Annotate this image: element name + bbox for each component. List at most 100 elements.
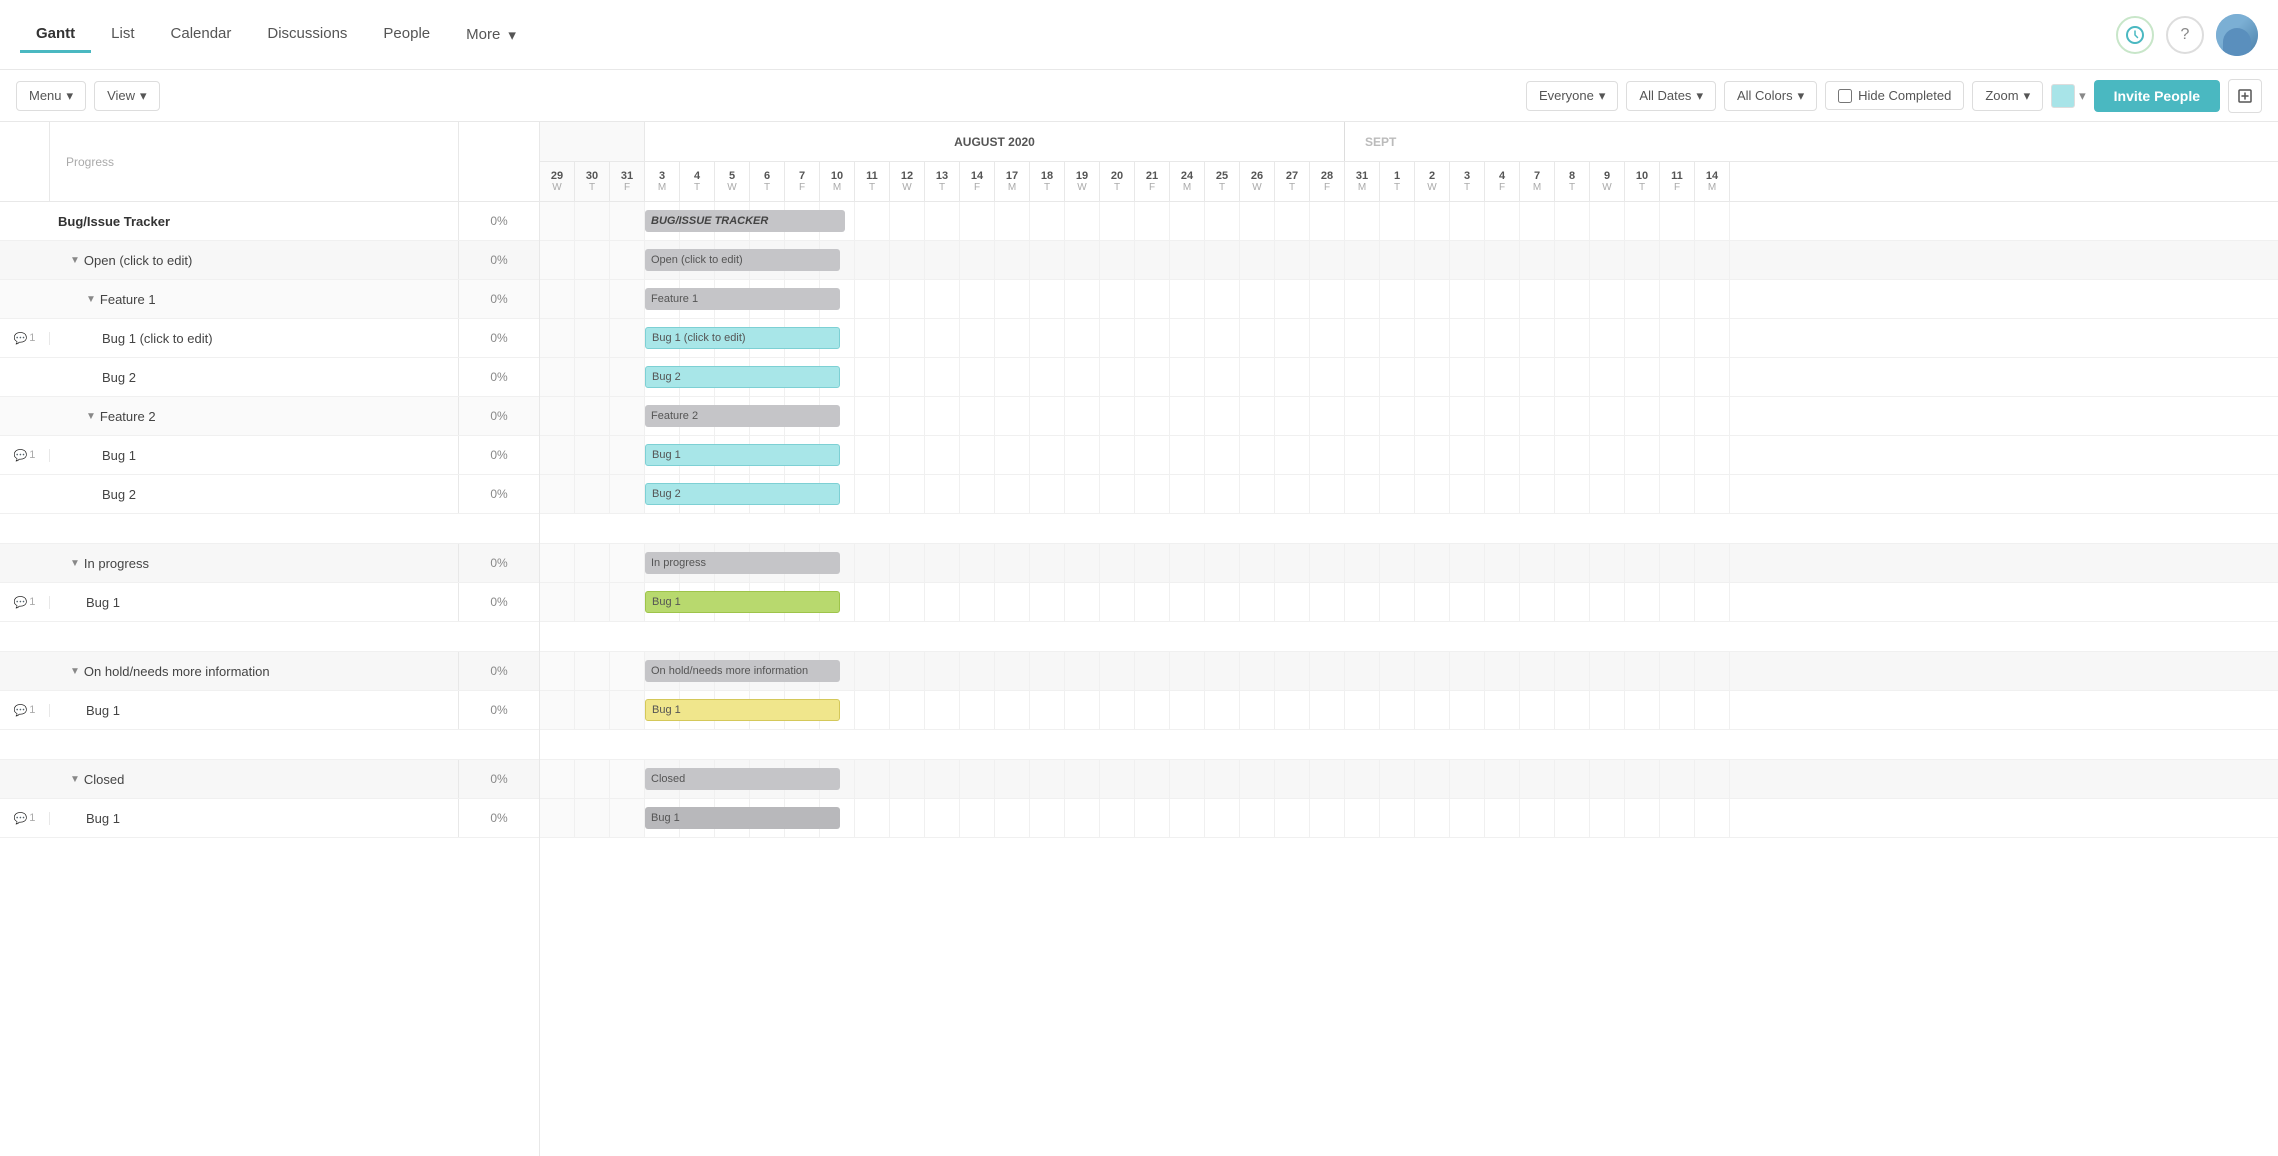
bar-onhold[interactable]: On hold/needs more information xyxy=(645,660,840,682)
color-chevron-icon[interactable]: ▾ xyxy=(2079,88,2086,104)
bar-tracker[interactable]: BUG/ISSUE TRACKER xyxy=(645,210,845,232)
bar-bug1-oh-label: Bug 1 xyxy=(652,704,681,716)
hide-completed-checkbox[interactable] xyxy=(1838,89,1852,103)
nav-people[interactable]: People xyxy=(367,17,446,53)
hide-completed-toggle[interactable]: Hide Completed xyxy=(1825,81,1964,110)
bar-bug1-f1[interactable]: Bug 1 (click to edit) xyxy=(645,327,840,349)
nav-discussions[interactable]: Discussions xyxy=(251,17,363,53)
day-cell-14a: 14F xyxy=(960,162,995,201)
view-button[interactable]: View ▾ xyxy=(94,81,159,111)
color-swatch[interactable] xyxy=(2051,84,2075,108)
collapse-arrow-icon[interactable]: ▼ xyxy=(70,666,80,677)
row-name-bug1-cl[interactable]: Bug 1 xyxy=(50,799,459,837)
help-button[interactable]: ? xyxy=(2166,16,2204,54)
row-name-onhold[interactable]: ▼ On hold/needs more information xyxy=(50,652,459,690)
bug1-f1-label: Bug 1 (click to edit) xyxy=(102,331,213,346)
comment-icon: 💬 xyxy=(14,332,28,345)
menu-button[interactable]: Menu ▾ xyxy=(16,81,86,111)
day-cell-7s: 7M xyxy=(1520,162,1555,201)
row-name-closed[interactable]: ▼ Closed xyxy=(50,760,459,798)
collapse-arrow-icon[interactable]: ▼ xyxy=(86,411,96,422)
nav-right: ? xyxy=(2116,14,2258,56)
bar-bug1-ip[interactable]: Bug 1 xyxy=(645,591,840,613)
bar-bug2-f1[interactable]: Bug 2 xyxy=(645,366,840,388)
bar-inprogress[interactable]: In progress xyxy=(645,552,840,574)
day-cell-3a: 3M xyxy=(645,162,680,201)
zoom-control[interactable]: Zoom ▾ xyxy=(1972,81,2043,111)
bar-onhold-label: On hold/needs more information xyxy=(651,665,808,677)
row-name-bug2-f2[interactable]: Bug 2 xyxy=(50,475,459,513)
collapse-arrow-icon[interactable]: ▼ xyxy=(86,294,96,305)
collapse-arrow-icon[interactable]: ▼ xyxy=(70,255,80,266)
bar-bug1-cl[interactable]: Bug 1 xyxy=(645,807,840,829)
comment-cell[interactable]: 💬1 xyxy=(0,596,50,609)
row-name-bug1-ip[interactable]: Bug 1 xyxy=(50,583,459,621)
table-row: ▼ In progress 0% xyxy=(0,544,539,583)
bar-bug1-f2[interactable]: Bug 1 xyxy=(645,444,840,466)
bar-open[interactable]: Open (click to edit) xyxy=(645,249,840,271)
bar-closed[interactable]: Closed xyxy=(645,768,840,790)
day-cell-29: 29W xyxy=(540,162,575,201)
invite-people-button[interactable]: Invite People xyxy=(2094,80,2220,112)
table-row: 💬1 Bug 1 0% xyxy=(0,799,539,838)
comment-bubble[interactable]: 💬1 xyxy=(14,332,36,345)
comment-cell[interactable]: 💬1 xyxy=(0,332,50,345)
nav-list[interactable]: List xyxy=(95,17,150,53)
row-name-feature2[interactable]: ▼ Feature 2 xyxy=(50,397,459,435)
row-name-bug1-f1[interactable]: Bug 1 (click to edit) xyxy=(50,319,459,357)
bar-bug1-oh[interactable]: Bug 1 xyxy=(645,699,840,721)
main-content: Progress Bug/Issue Tracker 0% ▼ Open (cl… xyxy=(0,122,2278,1156)
row-name-bug1-oh[interactable]: Bug 1 xyxy=(50,691,459,729)
all-dates-filter[interactable]: All Dates ▾ xyxy=(1626,81,1716,111)
row-name-feature1[interactable]: ▼ Feature 1 xyxy=(50,280,459,318)
comment-cell[interactable]: 💬1 xyxy=(0,704,50,717)
collapse-arrow-icon[interactable]: ▼ xyxy=(70,774,80,785)
bar-feature1[interactable]: Feature 1 xyxy=(645,288,840,310)
clock-button[interactable] xyxy=(2116,16,2154,54)
row-name-inprogress[interactable]: ▼ In progress xyxy=(50,544,459,582)
day-cell-24a: 24M xyxy=(1170,162,1205,201)
comment-count: 1 xyxy=(29,812,35,824)
bug1-ip-label: Bug 1 xyxy=(86,595,120,610)
nav-calendar[interactable]: Calendar xyxy=(155,17,248,53)
name-column-header: Progress xyxy=(50,122,459,201)
row-progress-bug1-f1: 0% xyxy=(459,331,539,345)
bar-bug1-cl-label: Bug 1 xyxy=(651,812,680,824)
bar-feature2[interactable]: Feature 2 xyxy=(645,405,840,427)
nav-more[interactable]: More ▾ xyxy=(450,18,532,52)
row-name-open[interactable]: ▼ Open (click to edit) xyxy=(50,241,459,279)
row-progress-onhold: 0% xyxy=(459,664,539,678)
gantt-row-bug1-oh: Bug 1 xyxy=(540,691,2278,730)
comment-bubble[interactable]: 💬1 xyxy=(14,812,36,825)
row-name-tracker[interactable]: Bug/Issue Tracker xyxy=(50,202,459,240)
row-name-bug2-f1[interactable]: Bug 2 xyxy=(50,358,459,396)
collapse-arrow-icon[interactable]: ▼ xyxy=(70,558,80,569)
avatar[interactable] xyxy=(2216,14,2258,56)
row-progress-tracker: 0% xyxy=(459,214,539,228)
row-name-bug1-f2[interactable]: Bug 1 xyxy=(50,436,459,474)
tracker-label: Bug/Issue Tracker xyxy=(58,214,170,229)
day-cell-28a: 28F xyxy=(1310,162,1345,201)
gantt-row-feature2: Feature 2 xyxy=(540,397,2278,436)
comment-bubble[interactable]: 💬1 xyxy=(14,449,36,462)
nav-gantt[interactable]: Gantt xyxy=(20,17,91,53)
zoom-chevron-icon: ▾ xyxy=(2024,88,2031,104)
comment-bubble[interactable]: 💬1 xyxy=(14,704,36,717)
export-button[interactable] xyxy=(2228,79,2262,113)
comment-cell[interactable]: 💬1 xyxy=(0,812,50,825)
gantt-row-tracker: BUG/ISSUE TRACKER xyxy=(540,202,2278,241)
everyone-filter[interactable]: Everyone ▾ xyxy=(1526,81,1618,111)
comment-cell[interactable]: 💬1 xyxy=(0,449,50,462)
gantt-row-onhold: On hold/needs more information xyxy=(540,652,2278,691)
spacer-row xyxy=(0,514,539,544)
gantt-spacer-1 xyxy=(540,514,2278,544)
all-colors-filter[interactable]: All Colors ▾ xyxy=(1724,81,1817,111)
bug1-cl-label: Bug 1 xyxy=(86,811,120,826)
comment-bubble[interactable]: 💬1 xyxy=(14,596,36,609)
bar-bug2-f2[interactable]: Bug 2 xyxy=(645,483,840,505)
month-header: AUGUST 2020 SEPT xyxy=(540,122,2278,162)
comment-icon: 💬 xyxy=(14,704,28,717)
comment-count: 1 xyxy=(29,704,35,716)
feature1-label: Feature 1 xyxy=(100,292,156,307)
chevron-down-icon: ▾ xyxy=(508,26,516,44)
